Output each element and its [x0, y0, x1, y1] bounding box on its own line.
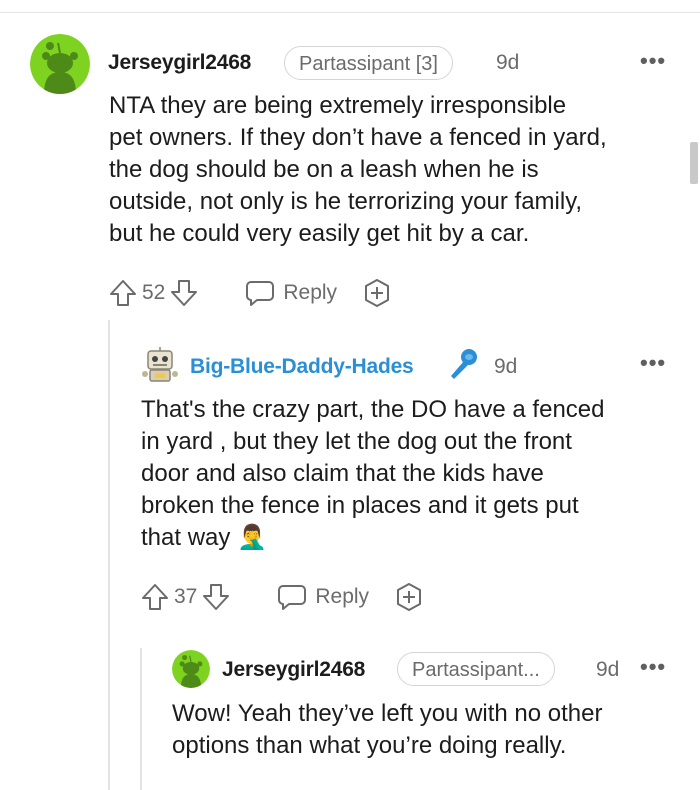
comment-line: options than what you’re doing really.	[172, 732, 567, 759]
comment-line: broken the fence in places and it gets p…	[141, 492, 579, 519]
upvote-icon[interactable]	[140, 582, 170, 612]
comment-actions: 37 Reply	[140, 582, 425, 612]
avatar[interactable]	[30, 34, 90, 94]
comment-time: 9d	[494, 355, 518, 378]
comment-author-op[interactable]: Big-Blue-Daddy-Hades	[190, 355, 414, 379]
thread-line[interactable]	[108, 320, 110, 790]
more-options-icon[interactable]: •••	[640, 48, 666, 74]
reply-button[interactable]: Reply	[245, 279, 337, 307]
comment-author[interactable]: Jerseygirl2468	[222, 658, 365, 682]
comment-line: Wow! Yeah they’ve left you with no other	[172, 700, 603, 727]
upvote-icon[interactable]	[108, 278, 138, 308]
microphone-icon	[446, 346, 480, 382]
comment-line: but he could very easily get hit by a ca…	[109, 220, 530, 247]
comment-line: that way	[141, 524, 231, 551]
comment-body: NTA they are being extremely irresponsib…	[109, 90, 607, 250]
comment-actions: 52 Reply	[108, 278, 393, 308]
scrollbar[interactable]	[690, 142, 698, 184]
facepalm-emoji: 🤦‍♂️	[237, 524, 267, 551]
user-flair: Partassipant...	[397, 652, 555, 686]
avatar[interactable]	[141, 346, 179, 384]
comment-time: 9d	[496, 51, 520, 74]
more-options-icon[interactable]: •••	[640, 654, 666, 680]
more-options-icon[interactable]: •••	[640, 350, 666, 376]
award-icon[interactable]	[361, 277, 393, 309]
top-divider	[0, 12, 700, 13]
comment-author[interactable]: Jerseygirl2468	[108, 51, 251, 75]
comment-line: outside, not only is he terrorizing your…	[109, 188, 583, 215]
comment-body: That's the crazy part, the DO have a fen…	[141, 394, 605, 554]
downvote-icon[interactable]	[169, 278, 199, 308]
avatar[interactable]	[172, 650, 210, 688]
vote-count: 52	[142, 281, 166, 304]
comment-body: Wow! Yeah they’ve left you with no other…	[172, 698, 603, 762]
vote-count: 37	[174, 585, 198, 608]
reply-button[interactable]: Reply	[277, 583, 369, 611]
award-icon[interactable]	[393, 581, 425, 613]
thread-line[interactable]	[140, 648, 142, 790]
comment-line: the dog should be on a leash when he is	[109, 156, 539, 183]
comment-line: That's the crazy part, the DO have a fen…	[141, 396, 605, 423]
reply-label: Reply	[315, 585, 370, 608]
comment-line: NTA they are being extremely irresponsib…	[109, 92, 567, 119]
snoo-avatar-icon	[172, 650, 210, 688]
reply-bubble-icon	[277, 583, 307, 611]
reply-bubble-icon	[245, 279, 275, 307]
snoo-avatar-icon	[30, 34, 90, 94]
comment-line: pet owners. If they don’t have a fenced …	[109, 124, 607, 151]
robot-avatar-icon	[141, 346, 179, 384]
comment-line: door and also claim that the kids have	[141, 460, 544, 487]
downvote-icon[interactable]	[201, 582, 231, 612]
comment-line-last: that way 🤦‍♂️	[141, 522, 605, 554]
reply-label: Reply	[283, 281, 338, 304]
user-flair: Partassipant [3]	[284, 46, 453, 80]
comment-time: 9d	[596, 658, 620, 681]
comment-line: in yard , but they let the dog out the f…	[141, 428, 572, 455]
